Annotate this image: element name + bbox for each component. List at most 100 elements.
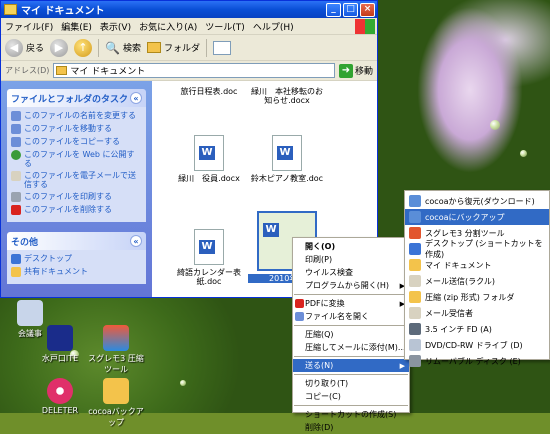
menu-item-label: 圧縮してメールに添付(M)... xyxy=(305,343,406,352)
file-tasks-header[interactable]: ファイルとフォルダのタスク « xyxy=(7,89,146,107)
desktop-icon-cocoa[interactable]: cocoaバックアップ xyxy=(86,378,146,428)
menu-separator xyxy=(294,325,408,326)
task-label: 共有ドキュメント xyxy=(24,267,88,276)
menu-file[interactable]: ファイル(F) xyxy=(5,20,53,33)
menu-separator xyxy=(294,294,408,295)
forward-button[interactable]: ▶ xyxy=(50,38,69,57)
collapse-icon[interactable]: « xyxy=(130,235,142,247)
globe-icon xyxy=(11,150,21,160)
send-to-item-label: 3.5 インチ FD (A) xyxy=(425,324,492,334)
up-folder-button[interactable]: ↑ xyxy=(74,38,93,57)
context-menu-item[interactable]: コピー(C) xyxy=(293,390,409,403)
mail-icon xyxy=(409,307,421,319)
folders-button[interactable]: フォルダ xyxy=(146,41,200,54)
context-menu-item[interactable]: 開く(O) xyxy=(293,240,409,253)
send-to-item[interactable]: 圧縮 (zip 形式) フォルダ xyxy=(405,289,549,305)
send-to-item[interactable]: メール送信(ラクル) xyxy=(405,273,549,289)
views-button[interactable] xyxy=(213,40,231,55)
close-button[interactable]: × xyxy=(360,2,375,17)
context-menu-item[interactable]: 圧縮(Q) xyxy=(293,328,409,341)
menu-bar: ファイル(F) 編集(E) 表示(V) お気に入り(A) ツール(T) ヘルプ(… xyxy=(1,18,377,35)
task-copy[interactable]: このファイルをコピーする xyxy=(11,137,142,147)
send-to-item[interactable]: cocoaから復元(ダウンロード) xyxy=(405,193,549,209)
menu-help[interactable]: ヘルプ(H) xyxy=(253,20,294,33)
desktop-icon-mitoguchi[interactable]: 水戸口ITE xyxy=(30,325,90,364)
search-label: 検索 xyxy=(122,44,141,54)
desktop-icon-suguremo[interactable]: スグレモ3 圧縮ツール xyxy=(86,325,146,375)
context-menu-item[interactable]: 切り取り(T) xyxy=(293,377,409,390)
desktop-icon xyxy=(11,254,21,264)
send-to-item[interactable]: リムーバブル ディスク (E) xyxy=(405,353,549,369)
other-shared-documents[interactable]: 共有ドキュメント xyxy=(11,267,142,277)
context-menu-item[interactable]: 削除(D) xyxy=(293,421,409,434)
other-places-panel: デスクトップ 共有ドキュメント xyxy=(7,250,146,284)
menu-view[interactable]: 表示(V) xyxy=(100,20,131,33)
task-email[interactable]: このファイルを電子メールで送信する xyxy=(11,171,142,189)
file-item[interactable]: 鈴木ピアノ教室.doc xyxy=(248,135,326,183)
desktop-icon xyxy=(409,243,421,255)
send-to-item[interactable]: cocoaにバックアップ xyxy=(405,209,549,225)
send-to-item[interactable]: 3.5 インチ FD (A) xyxy=(405,321,549,337)
task-delete[interactable]: このファイルを削除する xyxy=(11,205,142,215)
back-label: 戻る xyxy=(26,44,45,54)
send-to-item[interactable]: DVD/CD-RW ドライブ (D) xyxy=(405,337,549,353)
desktop-icon-deleter[interactable]: DELETER xyxy=(30,378,90,415)
address-input[interactable]: マイ ドキュメント xyxy=(53,63,335,78)
file-item[interactable]: 旅行日程表.doc xyxy=(170,87,248,96)
menu-edit[interactable]: 編集(E) xyxy=(61,20,92,33)
task-publish-web[interactable]: このファイルを Web に公開する xyxy=(11,150,142,168)
go-button[interactable]: ➜ 移動 xyxy=(338,63,373,78)
floppy-icon xyxy=(409,323,421,335)
context-menu-item[interactable]: 印刷(P) xyxy=(293,253,409,266)
file-item[interactable]: 緑川 役員.docx xyxy=(170,135,248,183)
send-to-item-label: スグレモ3 分割ツール xyxy=(425,228,505,238)
title-bar[interactable]: マイ ドキュメント _ □ × xyxy=(1,1,377,18)
cocoa-icon xyxy=(409,195,421,207)
send-to-item[interactable]: メール受信者 xyxy=(405,305,549,321)
file-item[interactable]: 綺語カレンダー表紙.doc xyxy=(170,229,248,286)
menu-separator xyxy=(294,356,408,357)
context-menu: 開く(O) 印刷(P) ウイルス検査 プログラムから開く(H) ▶ PDFに変換 ▶ ファイル… xyxy=(292,237,410,432)
toolbar-separator xyxy=(206,38,207,57)
toolbar: ◀ 戻る ▶ ↑ 🔍 検索 フォルダ xyxy=(1,35,377,61)
context-menu-item[interactable]: ショートカットの作成(S) xyxy=(293,408,409,421)
cocoa-icon xyxy=(409,211,421,223)
task-pane: ファイルとフォルダのタスク « このファイルの名前を変更する このファイルを移動… xyxy=(1,81,152,297)
context-menu-item[interactable]: ファイル名を開く xyxy=(293,310,409,323)
mail-icon xyxy=(409,275,421,287)
file-item[interactable]: 緑川 本社移転のお知らせ.docx xyxy=(248,87,326,105)
context-menu-item[interactable]: プログラムから開く(H) ▶ xyxy=(293,279,409,292)
address-label: アドレス(D) xyxy=(5,66,50,75)
other-places-header[interactable]: その他 « xyxy=(7,232,146,250)
zip-icon xyxy=(409,291,421,303)
context-menu-item[interactable]: 圧縮してメールに添付(M)... xyxy=(293,341,409,354)
task-label: このファイルを削除する xyxy=(24,205,112,214)
task-rename[interactable]: このファイルの名前を変更する xyxy=(11,111,142,121)
menu-favorites[interactable]: お気に入り(A) xyxy=(139,20,197,33)
back-button[interactable]: ◀ 戻る xyxy=(5,38,45,57)
context-menu-item[interactable]: PDFに変換 ▶ xyxy=(293,297,409,310)
send-to-item[interactable]: デスクトップ (ショートカットを作成) xyxy=(405,239,549,259)
task-label: このファイルを Web に公開する xyxy=(24,150,135,168)
collapse-icon[interactable]: « xyxy=(130,92,142,104)
context-menu-item[interactable]: ウイルス検査 xyxy=(293,266,409,279)
task-label: このファイルの名前を変更する xyxy=(24,111,136,120)
menu-tools[interactable]: ツール(T) xyxy=(205,20,245,33)
minimize-button[interactable]: _ xyxy=(326,2,341,17)
other-desktop[interactable]: デスクトップ xyxy=(11,254,142,264)
task-move[interactable]: このファイルを移動する xyxy=(11,124,142,134)
send-to-item-label: cocoaにバックアップ xyxy=(425,212,505,222)
menu-separator xyxy=(294,374,408,375)
desktop-icon-label: DELETER xyxy=(41,406,79,415)
task-label: このファイルを印刷する xyxy=(24,192,112,201)
folder-icon xyxy=(146,42,161,53)
search-button[interactable]: 🔍 検索 xyxy=(105,41,141,55)
folder-icon xyxy=(409,259,421,271)
word-document-icon xyxy=(272,135,302,171)
menu-separator xyxy=(294,405,408,406)
maximize-button[interactable]: □ xyxy=(343,2,358,17)
task-print[interactable]: このファイルを印刷する xyxy=(11,192,142,202)
send-to-item[interactable]: マイ ドキュメント xyxy=(405,257,549,273)
menu-item-label: プログラムから開く(H) xyxy=(305,281,390,290)
context-menu-item[interactable]: 送る(N) ▶ xyxy=(293,359,409,372)
